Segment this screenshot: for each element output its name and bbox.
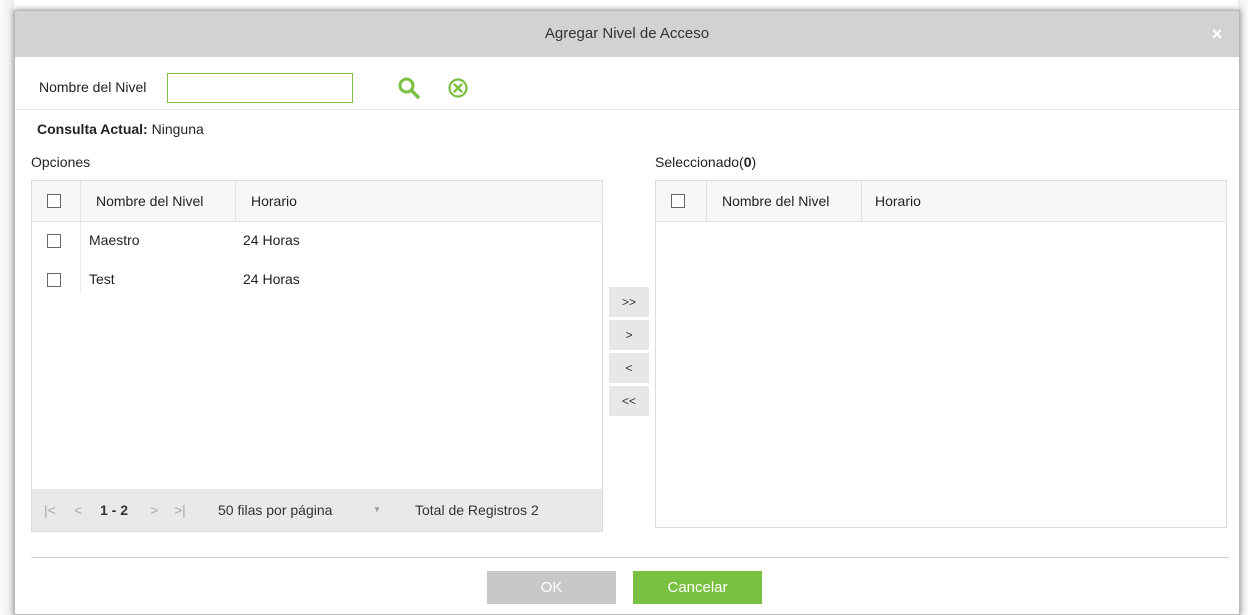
selected-table-header: Nombre del Nivel Horario <box>656 181 1226 222</box>
select-all-checkbox[interactable] <box>47 194 61 208</box>
move-left-button[interactable]: < <box>609 353 649 383</box>
selected-table: Nombre del Nivel Horario <box>655 180 1227 528</box>
footer-divider <box>31 557 1229 558</box>
search-input[interactable] <box>167 73 353 103</box>
pagination-bar: |< < 1 - 2 > >| 50 filas por página ▼ To… <box>32 489 602 531</box>
rows-per-page-select[interactable]: 50 filas por página <box>218 489 332 531</box>
column-header-level-name[interactable]: Nombre del Nivel <box>707 181 862 221</box>
table-row[interactable]: Maestro 24 Horas <box>32 221 602 260</box>
row-schedule: 24 Horas <box>243 232 300 248</box>
selected-title-suffix: ) <box>751 154 757 170</box>
add-access-level-dialog: Agregar Nivel de Acceso × Nombre del Niv… <box>14 10 1240 615</box>
move-right-button[interactable]: > <box>609 320 649 350</box>
select-all-cell <box>32 181 81 221</box>
prev-page-icon[interactable]: < <box>74 489 82 531</box>
dialog-titlebar: Agregar Nivel de Acceso × <box>15 11 1239 57</box>
options-table: Nombre del Nivel Horario Maestro 24 Hora… <box>31 180 603 532</box>
column-header-level-name[interactable]: Nombre del Nivel <box>81 181 236 221</box>
close-icon[interactable]: × <box>1207 11 1227 57</box>
move-all-right-button[interactable]: >> <box>609 287 649 317</box>
current-query-label: Consulta Actual: <box>37 121 148 137</box>
dialog-title: Agregar Nivel de Acceso <box>544 25 710 42</box>
select-all-checkbox[interactable] <box>671 194 685 208</box>
select-all-cell <box>656 181 707 221</box>
row-level-name: Test <box>89 271 115 287</box>
move-all-left-button[interactable]: << <box>609 386 649 416</box>
current-query-value: Ninguna <box>151 121 204 137</box>
chevron-down-icon[interactable]: ▼ <box>373 489 381 531</box>
row-checkbox[interactable] <box>47 234 61 248</box>
search-icon[interactable] <box>396 75 422 101</box>
cancel-button[interactable]: Cancelar <box>633 571 762 604</box>
table-row[interactable]: Test 24 Horas <box>32 260 602 299</box>
page-range: 1 - 2 <box>100 502 129 518</box>
first-page-icon[interactable]: |< <box>44 489 56 531</box>
total-records: Total de Registros 2 <box>415 502 539 518</box>
ok-button[interactable]: OK <box>487 571 616 604</box>
options-table-header: Nombre del Nivel Horario <box>32 181 602 222</box>
next-page-icon[interactable]: > <box>150 489 158 531</box>
column-header-schedule[interactable]: Horario <box>862 181 1228 221</box>
row-schedule: 24 Horas <box>243 271 300 287</box>
options-title: Opciones <box>31 154 91 170</box>
search-label: Nombre del Nivel <box>39 79 147 95</box>
column-header-schedule[interactable]: Horario <box>236 181 604 221</box>
background-frame-left <box>0 0 14 615</box>
selected-title: Seleccionado(0) <box>655 154 756 170</box>
clear-icon[interactable] <box>445 75 471 101</box>
selected-title-prefix: Seleccionado( <box>655 154 744 170</box>
current-query: Consulta Actual: Ninguna <box>37 121 204 137</box>
row-checkbox[interactable] <box>47 273 61 287</box>
row-level-name: Maestro <box>89 232 140 248</box>
search-row: Nombre del Nivel <box>15 57 1239 110</box>
last-page-icon[interactable]: >| <box>174 489 186 531</box>
selected-count: 0 <box>743 154 752 170</box>
